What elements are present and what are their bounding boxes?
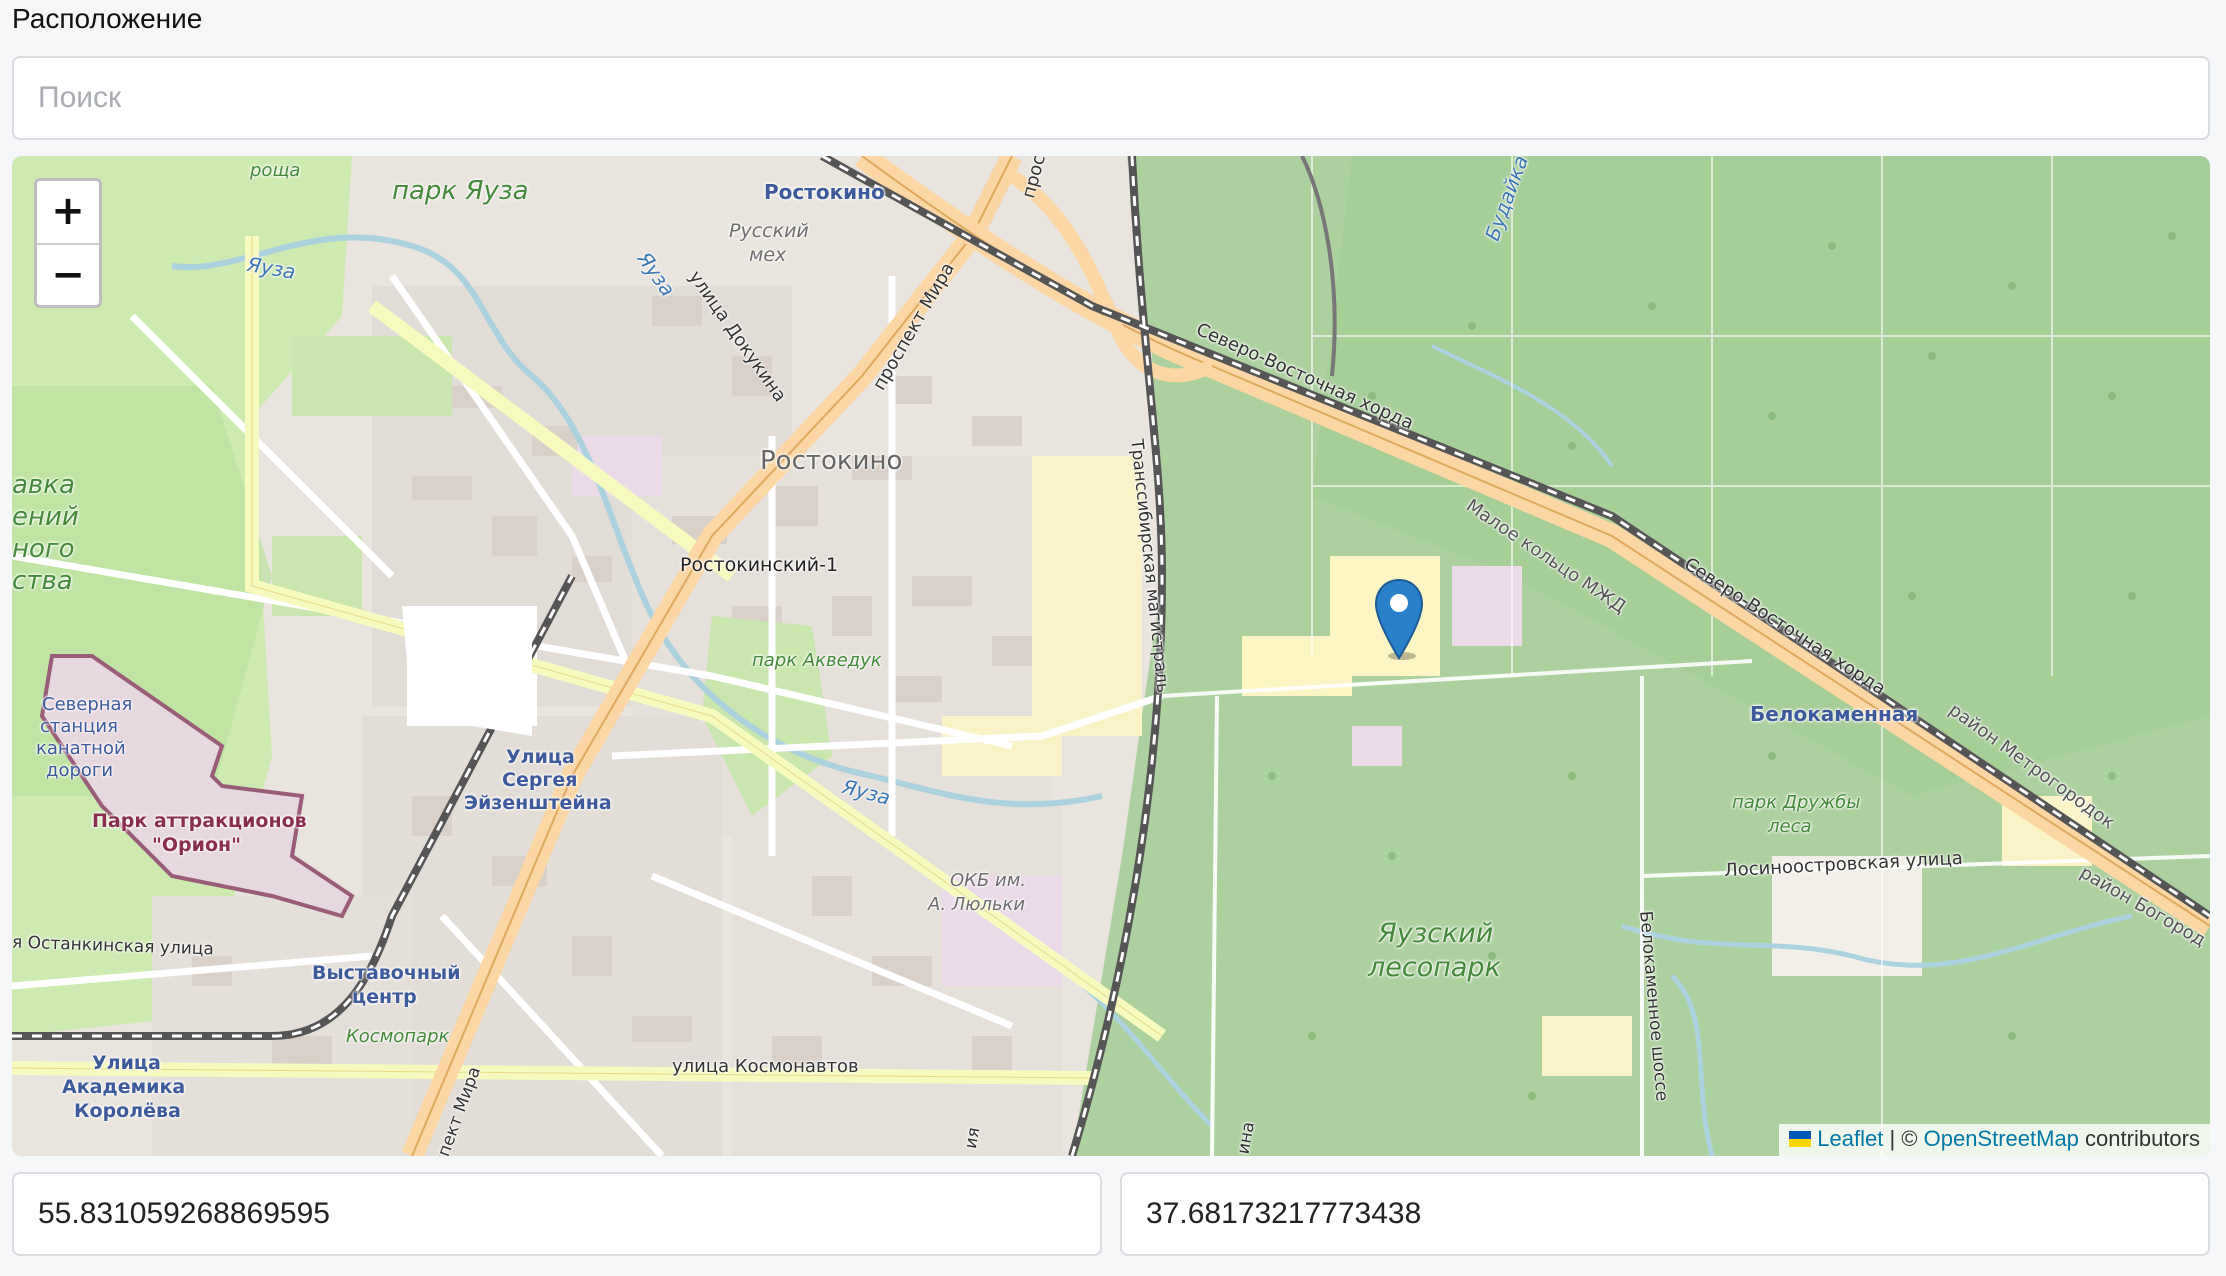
map-attribution: Leaflet | © OpenStreetMap contributors <box>1779 1124 2210 1156</box>
leaflet-link[interactable]: Leaflet <box>1817 1126 1883 1151</box>
map-label: "Орион" <box>152 834 242 856</box>
map-label: Ростокинский-1 <box>680 554 839 576</box>
zoom-in-button[interactable]: + <box>37 181 99 243</box>
search-input[interactable] <box>12 56 2210 140</box>
map-label: ства <box>12 566 73 596</box>
map-label: центр <box>352 986 417 1008</box>
map-label: Русский <box>729 220 809 242</box>
map-label: Парк аттракционов <box>92 810 307 832</box>
map-label: лесопарк <box>1368 952 1501 983</box>
map-label: Ростокино <box>764 180 885 204</box>
map-tiles[interactable] <box>12 156 2210 1156</box>
map-label: Королёва <box>74 1100 181 1122</box>
map-label: Северная <box>42 694 133 715</box>
map-label: Космопарк <box>346 1026 450 1047</box>
map-label: станция <box>40 716 118 737</box>
map-label: Белокаменная <box>1750 702 1919 726</box>
map-label: А. Люльки <box>928 894 1026 915</box>
ukraine-flag-icon <box>1789 1131 1812 1147</box>
map[interactable]: парк Яуза роща Яуза Яуза Яуза Ростокино … <box>12 156 2210 1156</box>
map-label: авка <box>12 470 75 500</box>
attribution-separator: | © <box>1889 1126 1918 1151</box>
map-label: ОКБ им. <box>950 870 1027 891</box>
map-label: парк Акведук <box>752 650 882 671</box>
longitude-field[interactable] <box>1120 1172 2210 1256</box>
map-label: Академика <box>62 1076 186 1098</box>
map-label: Улица <box>92 1052 161 1074</box>
map-label: Яузский <box>1378 918 1494 949</box>
map-label: роща <box>250 160 301 181</box>
location-label: Расположение <box>12 3 203 34</box>
map-label: парк Дружбы <box>1732 792 1861 813</box>
map-label: леса <box>1768 816 1812 837</box>
map-label: мех <box>749 244 787 266</box>
map-label: канатной <box>36 738 126 759</box>
map-label: Сергея <box>502 769 578 791</box>
attribution-suffix: contributors <box>2085 1126 2200 1151</box>
map-marker-icon[interactable] <box>1374 578 1424 660</box>
map-label: Улица <box>506 746 575 768</box>
openstreetmap-link[interactable]: OpenStreetMap <box>1924 1126 2079 1151</box>
latitude-field[interactable] <box>12 1172 1102 1256</box>
map-label: ений <box>12 502 79 532</box>
map-label: улица Космонавтов <box>672 1056 859 1077</box>
map-label: Выставочный <box>312 962 461 984</box>
zoom-out-button[interactable]: − <box>37 243 99 305</box>
zoom-control: + − <box>34 178 102 308</box>
map-label: ного <box>12 534 75 564</box>
map-label: парк Яуза <box>392 176 529 206</box>
map-label: дороги <box>46 760 114 781</box>
map-label: Ростокино <box>760 446 903 476</box>
map-label: Эйзенштейна <box>464 792 612 814</box>
map-label: ия <box>960 1125 985 1151</box>
